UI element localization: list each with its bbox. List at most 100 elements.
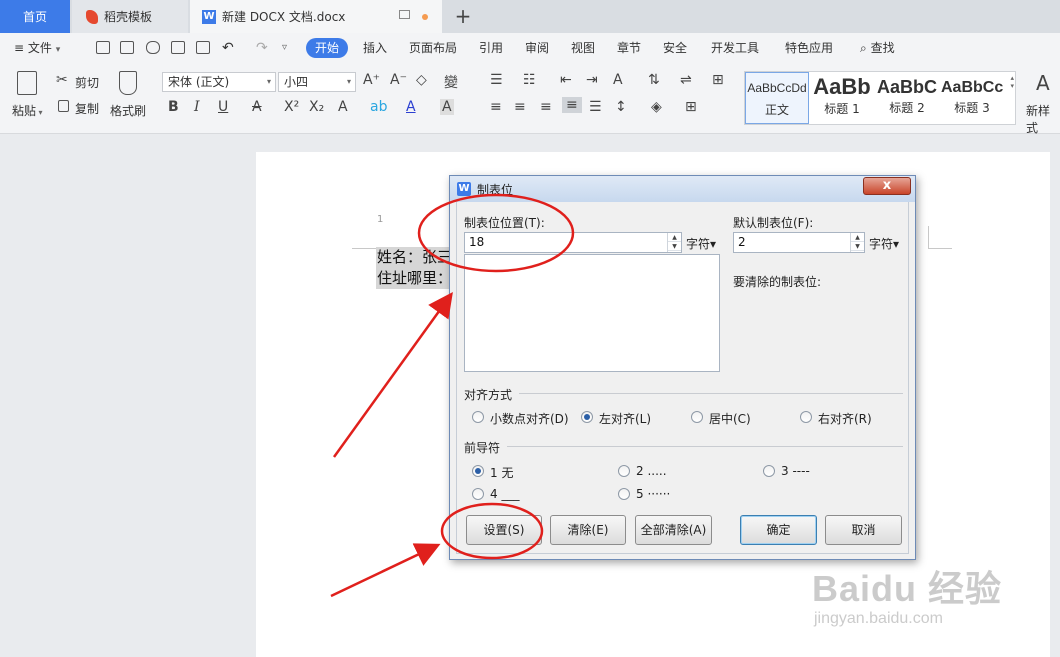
print-preview-icon[interactable] <box>196 41 210 54</box>
leader-dashes-label[interactable]: 3 ---- <box>781 464 810 478</box>
spin-up-icon[interactable]: ▲ <box>851 233 864 242</box>
spin-up-icon[interactable]: ▲ <box>668 233 681 242</box>
bold-icon[interactable]: B <box>168 99 179 115</box>
align-decimal-label[interactable]: 小数点对齐(D) <box>490 410 569 427</box>
text-effect-icon[interactable]: A <box>338 99 348 115</box>
menu-tab-special[interactable]: 特色应用 <box>785 38 833 58</box>
strikethrough-icon[interactable]: A <box>252 99 262 115</box>
menu-tab-review[interactable]: 审阅 <box>525 38 549 58</box>
border-icon[interactable]: ⊞ <box>685 99 697 115</box>
italic-icon[interactable]: I <box>194 99 200 115</box>
clear-format-icon[interactable]: ◇ <box>416 72 427 88</box>
subscript-icon[interactable]: X₂ <box>309 99 324 115</box>
font-name-select[interactable]: 宋体 (正文) ▾ <box>162 72 276 92</box>
default-tab-spinner[interactable]: ▲ ▼ <box>850 233 864 252</box>
tab-daoke-templates[interactable]: 稻壳模板 <box>72 0 188 33</box>
paste-button[interactable]: 粘贴 ▾ <box>12 102 43 119</box>
search-command[interactable]: ⌕ 查找 <box>860 38 895 58</box>
font-grow-icon[interactable]: A⁺ <box>363 72 380 88</box>
menu-tab-chapter[interactable]: 章节 <box>617 38 641 58</box>
leader-none-radio[interactable] <box>472 465 484 477</box>
ok-button[interactable]: 确定 <box>740 515 817 545</box>
cut-button[interactable]: 剪切 <box>75 74 99 91</box>
dialog-title-bar[interactable]: W 制表位 x <box>450 176 915 202</box>
default-tab-unit-select[interactable]: 字符▾ <box>869 235 899 252</box>
align-right-radio[interactable] <box>800 411 812 423</box>
redo-icon[interactable]: ↷ <box>256 38 268 58</box>
align-center-icon[interactable]: ≡ <box>514 99 526 115</box>
tab-position-unit-select[interactable]: 字符▾ <box>686 235 716 252</box>
file-menu[interactable]: ≡ 文件 ▾ <box>14 38 60 58</box>
default-tab-input[interactable]: 2 ▲ ▼ <box>733 232 865 253</box>
paste-icon[interactable] <box>17 71 37 95</box>
leader-underline-label[interactable]: 4 ___ <box>490 487 519 501</box>
tab-position-spinner[interactable]: ▲ ▼ <box>667 233 681 252</box>
undo-icon[interactable]: ↶ <box>222 38 234 58</box>
pinyin-guide-icon[interactable]: 變 <box>444 72 458 92</box>
menu-tab-page-layout[interactable]: 页面布局 <box>409 38 457 58</box>
new-style-button[interactable]: 新样式 <box>1026 102 1060 136</box>
line-wrap-icon[interactable]: ⇌ <box>680 72 692 88</box>
superscript-icon[interactable]: X² <box>284 99 299 115</box>
align-center-radio[interactable] <box>691 411 703 423</box>
menu-tab-home[interactable]: 开始 <box>306 38 349 58</box>
style-normal[interactable]: AaBbCcDd 正文 <box>745 72 809 124</box>
align-right-icon[interactable]: ≡ <box>540 99 552 115</box>
unsaved-dot-icon[interactable] <box>422 14 428 20</box>
save-icon[interactable] <box>120 41 134 54</box>
menu-tab-developer[interactable]: 开发工具 <box>711 38 759 58</box>
clear-button[interactable]: 清除(E) <box>550 515 626 545</box>
set-button[interactable]: 设置(S) <box>466 515 542 545</box>
tab-position-input[interactable]: 18 ▲ ▼ <box>464 232 682 253</box>
menu-tab-security[interactable]: 安全 <box>663 38 687 58</box>
document-line-address[interactable]: 住址哪里： <box>376 268 454 289</box>
menu-tab-references[interactable]: 引用 <box>479 38 503 58</box>
close-button[interactable]: x <box>863 177 911 195</box>
new-style-icon[interactable]: A <box>1036 71 1050 95</box>
format-painter-button[interactable]: 格式刷 <box>110 102 146 119</box>
bullet-list-icon[interactable]: ☰ <box>490 72 503 88</box>
align-decimal-radio[interactable] <box>472 411 484 423</box>
leader-underline-radio[interactable] <box>472 488 484 500</box>
menu-tab-view[interactable]: 视图 <box>571 38 595 58</box>
distributed-align-icon[interactable]: ☰ <box>589 99 602 115</box>
increase-indent-icon[interactable]: ⇥ <box>586 72 598 88</box>
numbered-list-icon[interactable]: ☷ <box>523 72 536 88</box>
align-left-icon[interactable]: ≡ <box>490 99 502 115</box>
sort-icon[interactable]: ⇅ <box>648 72 660 88</box>
style-heading-2[interactable]: AaBbC 标题 2 <box>875 72 939 124</box>
cancel-button[interactable]: 取消 <box>825 515 902 545</box>
export-pdf-icon[interactable] <box>146 41 160 54</box>
leader-none-label[interactable]: 1 无 <box>490 464 513 481</box>
show-marks-icon[interactable]: ⊞ <box>712 72 724 88</box>
style-heading-1[interactable]: AaBb 标题 1 <box>811 72 873 124</box>
new-tab-button[interactable]: + <box>452 4 474 28</box>
leader-dots-label[interactable]: 2 ..... <box>636 464 667 478</box>
quick-access-more-icon[interactable]: ▿ <box>282 38 287 58</box>
font-color-icon[interactable]: A <box>406 99 416 115</box>
align-left-label[interactable]: 左对齐(L) <box>599 410 651 427</box>
open-folder-icon[interactable] <box>96 41 110 54</box>
char-shading-icon[interactable]: A <box>440 99 454 115</box>
shading-icon[interactable]: ◈ <box>651 99 662 115</box>
align-center-label[interactable]: 居中(C) <box>709 410 751 427</box>
window-restore-icon[interactable] <box>399 10 410 19</box>
styles-scroll-icon[interactable]: ▴ ▾ <box>1010 74 1014 90</box>
spin-down-icon[interactable]: ▼ <box>668 242 681 251</box>
style-heading-3[interactable]: AaBbCc 标题 3 <box>941 72 1003 124</box>
font-size-select[interactable]: 小四 ▾ <box>278 72 356 92</box>
tab-stops-list[interactable] <box>464 254 720 372</box>
font-shrink-icon[interactable]: A⁻ <box>390 72 407 88</box>
leader-dots-radio[interactable] <box>618 465 630 477</box>
tab-document[interactable]: W 新建 DOCX 文档.docx <box>190 0 442 33</box>
menu-tab-insert[interactable]: 插入 <box>363 38 387 58</box>
copy-button[interactable]: 复制 <box>75 100 99 117</box>
format-painter-icon[interactable] <box>119 71 137 95</box>
line-spacing-icon[interactable]: ↕ <box>615 99 627 115</box>
leader-dashes-radio[interactable] <box>763 465 775 477</box>
case-change-icon[interactable]: A <box>613 72 623 88</box>
tab-home[interactable]: 首页 <box>0 0 70 33</box>
justify-icon[interactable]: ≡ <box>562 97 582 113</box>
highlight-icon[interactable]: ab <box>370 99 387 115</box>
leader-middle-dots-label[interactable]: 5 ······ <box>636 487 670 501</box>
